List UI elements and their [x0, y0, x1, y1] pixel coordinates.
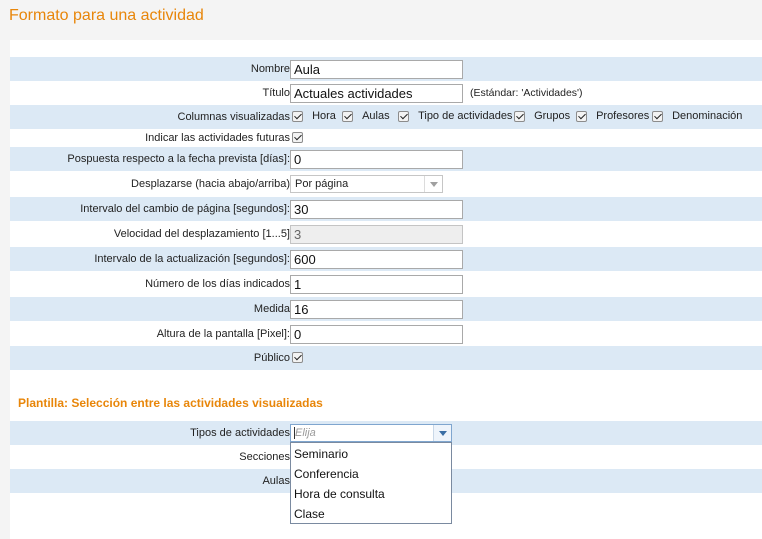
- row-intervalo-pagina: Intervalo del cambio de página [segundos…: [10, 197, 762, 221]
- columnas-label: Columnas visualizadas: [177, 111, 291, 123]
- denominacion-checkbox[interactable]: [652, 110, 663, 122]
- profesores-checkbox[interactable]: [576, 110, 587, 122]
- numero-dias-label: Número de los días indicados: [145, 278, 290, 290]
- page-header: Formato para una actividad: [0, 0, 762, 40]
- tipos-dropdown-list: Seminario Conferencia Hora de consulta C…: [290, 442, 452, 524]
- nombre-label: Nombre: [250, 63, 290, 75]
- futuras-checkbox[interactable]: [292, 132, 303, 143]
- pospuesta-input[interactable]: 0: [290, 150, 463, 169]
- velocidad-input: 3: [290, 225, 463, 244]
- page-title: Formato para una actividad: [9, 7, 204, 24]
- medida-input[interactable]: 16: [290, 300, 463, 319]
- tipos-label: Tipos de actividades: [190, 427, 290, 439]
- row-nombre: Nombre Aula: [10, 57, 762, 81]
- hora-checkbox[interactable]: [292, 110, 303, 122]
- intervalo-pagina-label: Intervalo del cambio de página [segundos…: [80, 203, 290, 215]
- tipos-placeholder: Elija: [295, 427, 316, 439]
- aulas-filter-label: Aulas: [262, 475, 290, 487]
- row-velocidad: Velocidad del desplazamiento [1...5] 3: [10, 222, 762, 246]
- row-medida: Medida 16: [10, 297, 762, 321]
- futuras-label: Indicar las actividades futuras: [145, 132, 290, 144]
- pospuesta-label: Pospuesta respecto a la fecha prevista […: [67, 153, 290, 165]
- row-numero-dias: Número de los días indicados 1: [10, 272, 762, 296]
- nombre-input[interactable]: Aula: [290, 60, 463, 79]
- secciones-label: Secciones: [239, 451, 290, 463]
- titulo-input[interactable]: Actuales actividades: [290, 84, 463, 103]
- row-desplazarse: Desplazarse (hacia abajo/arriba) Por pág…: [10, 172, 762, 196]
- chevron-down-icon: [424, 176, 442, 192]
- row-intervalo-actualizacion: Intervalo de la actualización [segundos]…: [10, 247, 762, 271]
- intervalo-actualizacion-label: Intervalo de la actualización [segundos]…: [94, 253, 290, 265]
- row-publico: Público: [10, 346, 762, 370]
- desplazarse-label: Desplazarse (hacia abajo/arriba): [131, 178, 290, 190]
- intervalo-pagina-input[interactable]: 30: [290, 200, 463, 219]
- chevron-down-icon[interactable]: [433, 425, 451, 441]
- dropdown-option[interactable]: Seminario: [291, 443, 451, 463]
- grupos-label: Grupos: [534, 110, 571, 122]
- tipo-actividades-label: Tipo de actividades: [418, 110, 513, 122]
- row-altura: Altura de la pantalla [Pixel]: 0: [10, 322, 762, 346]
- denominacion-label: Denominación: [672, 110, 743, 122]
- publico-label: Público: [253, 352, 290, 364]
- altura-input[interactable]: 0: [290, 325, 463, 344]
- aulas-checkbox[interactable]: [342, 110, 353, 122]
- row-pospuesta: Pospuesta respecto a la fecha prevista […: [10, 147, 762, 171]
- aulas-label: Aulas: [362, 110, 390, 122]
- velocidad-label: Velocidad del desplazamiento [1...5]: [113, 228, 290, 240]
- desplazarse-value: Por página: [295, 178, 349, 190]
- dropdown-option[interactable]: Hora de consulta: [291, 483, 451, 503]
- intervalo-actualizacion-input[interactable]: 600: [290, 250, 463, 269]
- row-titulo: Título Actuales actividades (Estándar: '…: [10, 81, 762, 105]
- tipos-combobox[interactable]: Elija: [290, 424, 452, 442]
- tipo-actividades-checkbox[interactable]: [398, 110, 409, 122]
- left-margin: [0, 40, 10, 539]
- dropdown-option[interactable]: Clase: [291, 503, 451, 523]
- medida-label: Medida: [253, 303, 290, 315]
- grupos-checkbox[interactable]: [514, 110, 525, 122]
- altura-label: Altura de la pantalla [Pixel]:: [156, 328, 290, 340]
- numero-dias-input[interactable]: 1: [290, 275, 463, 294]
- dropdown-option[interactable]: Conferencia: [291, 463, 451, 483]
- titulo-label: Título: [262, 87, 290, 99]
- titulo-hint: (Estándar: 'Actividades'): [470, 87, 583, 99]
- section-title: Plantilla: Selección entre las actividad…: [18, 396, 323, 410]
- profesores-label: Profesores: [596, 110, 650, 122]
- hora-label: Hora: [312, 110, 336, 122]
- desplazarse-select[interactable]: Por página: [290, 175, 443, 193]
- publico-checkbox[interactable]: [292, 352, 303, 363]
